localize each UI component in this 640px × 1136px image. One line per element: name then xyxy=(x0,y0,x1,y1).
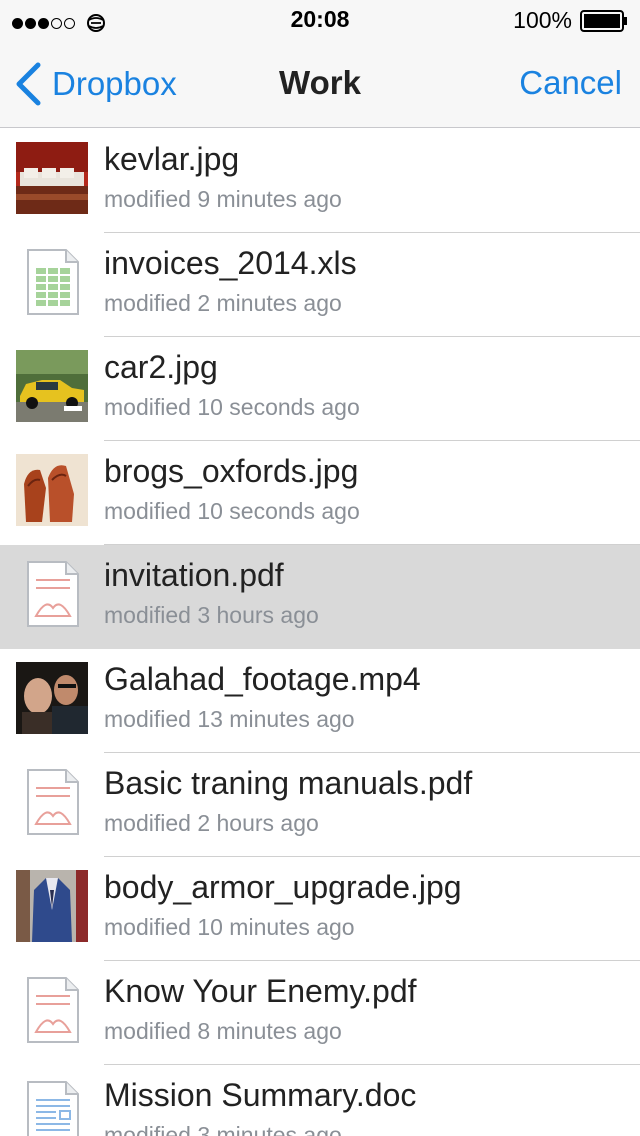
file-modified-time: modified 13 minutes ago xyxy=(104,706,355,732)
file-thumbnail xyxy=(16,870,88,942)
file-name: Mission Summary.doc xyxy=(104,1077,417,1113)
pdf-file-icon xyxy=(16,558,88,630)
file-modified-time: modified 10 seconds ago xyxy=(104,498,360,524)
file-name: Galahad_footage.mp4 xyxy=(104,661,421,697)
battery-icon xyxy=(580,10,627,32)
file-row[interactable]: body_armor_upgrade.jpg modified 10 minute… xyxy=(0,857,640,961)
file-name: invoices_2014.xls xyxy=(104,245,357,281)
file-modified-time: modified 3 minutes ago xyxy=(104,1122,342,1136)
file-row[interactable]: invitation.pdf modified 3 hours ago xyxy=(0,545,640,649)
file-list: kevlar.jpg modified 9 minutes ago invoices… xyxy=(0,129,640,1136)
file-thumbnail xyxy=(16,142,88,214)
cancel-button[interactable]: Cancel xyxy=(519,64,622,102)
file-row[interactable]: Basic traning manuals.pdf modified 2 hour… xyxy=(0,753,640,857)
file-modified-time: modified 10 seconds ago xyxy=(104,394,360,420)
file-row[interactable]: Mission Summary.doc modified 3 minutes ag… xyxy=(0,1065,640,1136)
navigation-bar: Dropbox Work Cancel xyxy=(0,40,640,128)
file-modified-time: modified 9 minutes ago xyxy=(104,186,342,212)
file-row[interactable]: car2.jpg modified 10 seconds ago xyxy=(0,337,640,441)
file-modified-time: modified 8 minutes ago xyxy=(104,1018,342,1044)
file-name: Know Your Enemy.pdf xyxy=(104,973,417,1009)
file-name: Basic traning manuals.pdf xyxy=(104,765,473,801)
file-thumbnail xyxy=(16,454,88,526)
file-name: body_armor_upgrade.jpg xyxy=(104,869,462,905)
file-modified-time: modified 3 hours ago xyxy=(104,602,319,628)
file-row[interactable]: Know Your Enemy.pdf modified 8 minutes ag… xyxy=(0,961,640,1065)
file-modified-time: modified 2 hours ago xyxy=(104,810,319,836)
file-thumbnail xyxy=(16,662,88,734)
file-row[interactable]: invoices_2014.xls modified 2 minutes ago xyxy=(0,233,640,337)
file-thumbnail xyxy=(16,350,88,422)
battery-percent: 100% xyxy=(513,7,572,33)
file-modified-time: modified 2 minutes ago xyxy=(104,290,342,316)
file-name: kevlar.jpg xyxy=(104,141,240,177)
file-row[interactable]: brogs_oxfords.jpg modified 10 seconds ago xyxy=(0,441,640,545)
pdf-file-icon xyxy=(16,766,88,838)
doc-file-icon xyxy=(16,1078,88,1136)
file-name: brogs_oxfords.jpg xyxy=(104,453,359,489)
file-modified-time: modified 10 minutes ago xyxy=(104,914,355,940)
file-name: car2.jpg xyxy=(104,349,218,385)
file-row[interactable]: Galahad_footage.mp4 modified 13 minutes a… xyxy=(0,649,640,753)
status-bar: 20:08 100% xyxy=(0,0,640,40)
file-row[interactable]: kevlar.jpg modified 9 minutes ago xyxy=(0,129,640,233)
spreadsheet-file-icon xyxy=(16,246,88,318)
file-name: invitation.pdf xyxy=(104,557,284,593)
pdf-file-icon xyxy=(16,974,88,1046)
